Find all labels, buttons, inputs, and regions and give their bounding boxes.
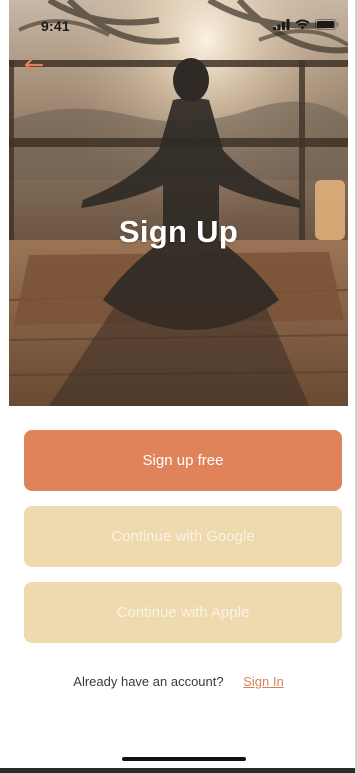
status-bar: 9:41	[0, 0, 357, 50]
home-indicator[interactable]	[122, 757, 246, 761]
already-have-account-text: Already have an account?	[73, 674, 224, 689]
bottom-edge	[0, 768, 357, 773]
status-icons	[273, 19, 339, 30]
status-time: 9:41	[41, 18, 70, 34]
wifi-icon	[295, 19, 310, 30]
sign-in-prompt-row: Already have an account? Sign In	[0, 674, 357, 689]
yoga-photo-illustration	[9, 0, 348, 406]
signup-screen: 9:41 Sign Up Sign up free Continue with …	[0, 0, 357, 773]
cellular-signal-icon	[273, 19, 290, 30]
battery-icon	[315, 19, 339, 30]
hero-image	[9, 0, 348, 406]
continue-with-google-button[interactable]: Continue with Google	[24, 506, 342, 567]
arrow-left-icon[interactable]	[24, 56, 44, 74]
page-title: Sign Up	[118, 214, 239, 249]
sign-up-free-button[interactable]: Sign up free	[24, 430, 342, 491]
continue-with-apple-button[interactable]: Continue with Apple	[24, 582, 342, 643]
sign-in-link[interactable]: Sign In	[243, 674, 283, 689]
